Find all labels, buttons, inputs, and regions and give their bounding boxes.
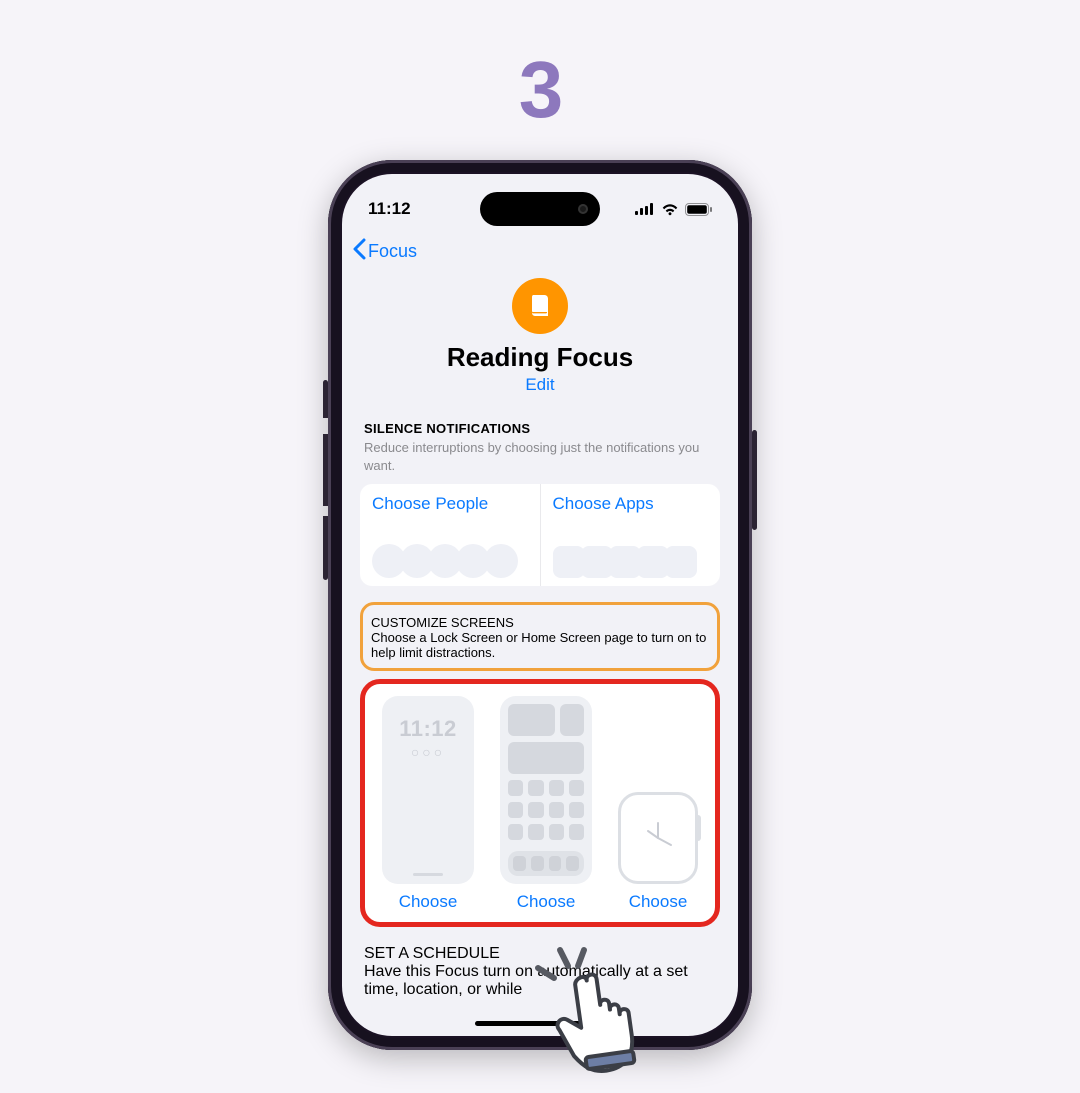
silence-section-header: SILENCE NOTIFICATIONS Reduce interruptio… [360, 395, 720, 474]
step-number: 3 [0, 44, 1080, 136]
silence-card: Choose People Choose Apps [360, 484, 720, 586]
iphone-device-frame: 11:12 Focus [328, 160, 752, 1050]
silence-heading: SILENCE NOTIFICATIONS [364, 421, 716, 436]
schedule-description: Have this Focus turn on automatically at… [364, 963, 716, 999]
choose-watch-face[interactable]: Choose [618, 696, 698, 912]
schedule-heading: SET A SCHEDULE [364, 945, 716, 963]
book-icon [512, 278, 568, 334]
chevron-left-icon [352, 238, 368, 265]
choose-people-button[interactable]: Choose People [360, 484, 541, 586]
choose-watch-label: Choose [618, 892, 698, 912]
back-button[interactable]: Focus [352, 238, 417, 265]
schedule-section-header: SET A SCHEDULE Have this Focus turn on a… [360, 927, 720, 999]
choose-apps-button[interactable]: Choose Apps [541, 484, 721, 586]
silence-description: Reduce interruptions by choosing just th… [364, 439, 716, 474]
dynamic-island [480, 192, 600, 226]
focus-header: Reading Focus Edit [360, 272, 720, 395]
people-placeholder [372, 544, 528, 578]
choose-home-screen[interactable]: Choose [500, 696, 592, 912]
apps-placeholder [553, 546, 709, 578]
customize-description: Choose a Lock Screen or Home Screen page… [371, 630, 709, 660]
lock-preview-time: 11:12 [382, 716, 474, 742]
back-label: Focus [368, 241, 417, 262]
choose-lock-screen[interactable]: 11:12 ○○○ Choose [382, 696, 474, 912]
edit-button[interactable]: Edit [525, 375, 554, 395]
lock-preview-dots: ○○○ [382, 744, 474, 760]
iphone-screen: 11:12 Focus [342, 174, 738, 1036]
cellular-icon [635, 203, 655, 215]
status-time: 11:12 [368, 199, 411, 219]
lock-screen-preview: 11:12 ○○○ [382, 696, 474, 884]
page-title: Reading Focus [360, 342, 720, 373]
choose-people-label: Choose People [372, 494, 528, 514]
watch-preview [618, 792, 698, 884]
choose-home-label: Choose [500, 892, 592, 912]
home-screen-preview [500, 696, 592, 884]
choose-apps-label: Choose Apps [553, 494, 709, 514]
navbar: Focus [342, 230, 738, 272]
home-indicator [475, 1021, 605, 1026]
customize-section-highlight: CUSTOMIZE SCREENS Choose a Lock Screen o… [360, 602, 720, 671]
choose-lock-label: Choose [382, 892, 474, 912]
battery-icon [685, 203, 712, 216]
customize-screens-highlight: 11:12 ○○○ Choose [360, 679, 720, 927]
customize-heading: CUSTOMIZE SCREENS [371, 615, 709, 630]
wifi-icon [661, 203, 679, 216]
